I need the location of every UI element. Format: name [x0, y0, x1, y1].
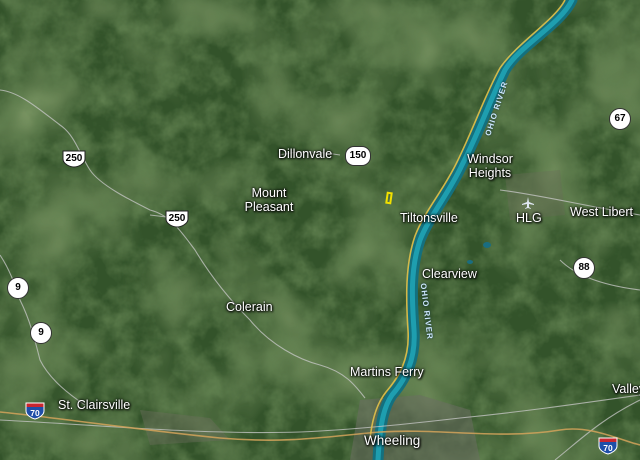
place-tiltonsville[interactable]: Tiltonsville — [400, 211, 458, 225]
interstate-70-label: 70 — [30, 408, 40, 418]
state-route-67-shield[interactable]: 67 — [609, 108, 631, 130]
place-dillonvale[interactable]: Dillonvale — [278, 147, 332, 161]
airport-code-label[interactable]: HLG — [516, 211, 542, 225]
state-route-9-shield[interactable]: 9 — [7, 277, 29, 299]
interstate-70-shield[interactable]: 70 — [25, 402, 45, 420]
place-west-liberty[interactable]: West Libert — [570, 205, 633, 219]
us-route-250-label-2: 250 — [168, 213, 186, 224]
state-route-9-shield-2[interactable]: 9 — [30, 322, 52, 344]
place-martins-ferry[interactable]: Martins Ferry — [350, 365, 424, 379]
interstate-70-label-2: 70 — [603, 443, 613, 453]
state-route-150-shield[interactable]: 150 — [345, 146, 371, 166]
place-colerain[interactable]: Colerain — [226, 300, 273, 314]
interstate-70-shield-2[interactable]: 70 — [598, 437, 618, 455]
place-st-clairsville[interactable]: St. Clairsville — [58, 398, 130, 412]
airplane-icon[interactable] — [521, 196, 535, 210]
place-wheeling[interactable]: Wheeling — [364, 434, 420, 448]
us-route-250-shield[interactable]: 250 — [61, 150, 87, 168]
map-terrain — [0, 0, 640, 460]
satellite-map[interactable]: Dillonvale Mount Pleasant Tiltonsville W… — [0, 0, 640, 460]
place-clearview[interactable]: Clearview — [422, 267, 477, 281]
place-mount-pleasant[interactable]: Mount Pleasant — [240, 186, 298, 214]
place-valley[interactable]: Valley — [612, 382, 640, 396]
state-route-88-shield[interactable]: 88 — [573, 257, 595, 279]
us-route-250-label: 250 — [65, 153, 83, 164]
place-windsor-heights[interactable]: Windsor Heights — [460, 152, 520, 180]
us-route-250-shield-2[interactable]: 250 — [164, 210, 190, 228]
